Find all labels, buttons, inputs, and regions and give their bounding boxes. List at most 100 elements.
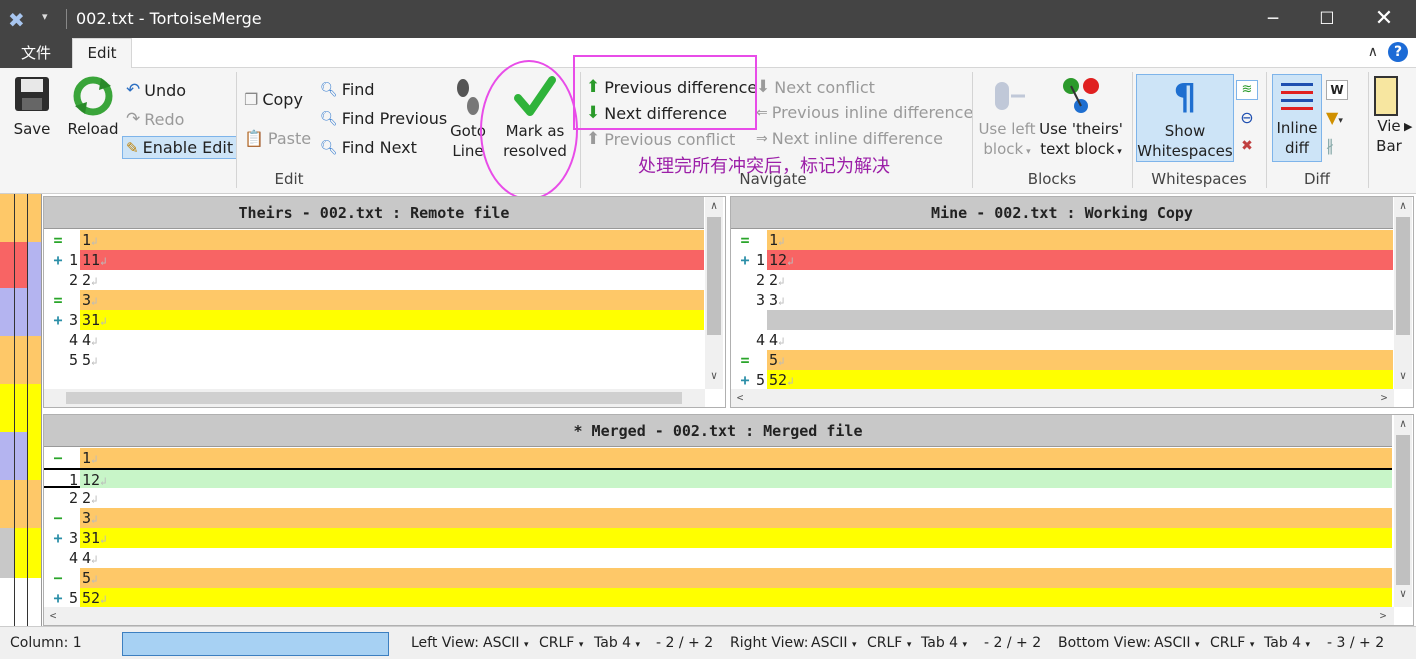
eol-icon: ↲ [91, 553, 98, 566]
find-previous-button[interactable]: 🔍︎ Find Previous [320, 109, 447, 128]
left-view-tab[interactable]: Tab 4 ▾ [594, 635, 640, 651]
right-view-eol[interactable]: CRLF ▾ [867, 635, 911, 651]
left-view-encoding[interactable]: ASCII ▾ [483, 635, 528, 651]
status-bar: Column: 1 Left View: ASCII ▾ CRLF ▾ Tab … [0, 626, 1416, 659]
mine-pane[interactable]: Mine - 002.txt : Working Copy = 1↲ +1 12↲ 2 2… [730, 196, 1414, 408]
diff-line[interactable]: +5 52↲ [731, 370, 1393, 390]
diff-line[interactable]: +1 11↲ [44, 250, 704, 270]
scroll-right-icon[interactable]: > [1374, 607, 1392, 625]
mine-vertical-scrollbar[interactable]: ∧ ∨ [1394, 197, 1412, 389]
diff-line[interactable]: = 1↲ [44, 230, 704, 250]
scroll-up-icon[interactable]: ∧ [1394, 197, 1412, 215]
scroll-left-icon[interactable]: < [731, 389, 749, 407]
menu-edit[interactable]: Edit [72, 38, 132, 69]
filter-icon[interactable]: ▼▾ [1326, 108, 1343, 127]
ribbon-scroll-right-icon[interactable]: ▶ [1404, 120, 1412, 133]
diff-line[interactable]: = 5↲ [731, 350, 1393, 370]
save-button[interactable]: Save [8, 74, 56, 139]
line-marker: − [53, 569, 63, 587]
mine-horizontal-scrollbar[interactable]: < > [731, 389, 1394, 407]
diff-line[interactable]: 3 3↲ [731, 290, 1393, 310]
eol-icon: ↲ [91, 295, 98, 308]
line-text: 52↲ [767, 370, 1393, 390]
theirs-pane[interactable]: Theirs - 002.txt : Remote file = 1↲ +1 11↲ 2… [43, 196, 726, 408]
diff-line[interactable]: +5 52↲ [44, 588, 1392, 608]
previous-inline-difference-button[interactable]: ⇐ Previous inline difference [756, 103, 973, 122]
diff-line[interactable]: −1↲ [44, 448, 1392, 468]
paste-button[interactable]: 📋 Paste [244, 129, 311, 148]
diff-line[interactable]: = 1↲ [731, 230, 1393, 250]
line-text: 1↲ [767, 230, 1393, 250]
enable-edit-button[interactable]: ✎ Enable Edit [122, 136, 238, 159]
collapse-ribbon-icon[interactable]: ∧ [1368, 44, 1378, 60]
diff-line[interactable]: 2 2↲ [44, 488, 1392, 508]
diff-line[interactable]: 1 12↲ [44, 468, 1392, 490]
merged-pane[interactable]: * Merged - 002.txt : Merged file −1↲ 1 12↲… [43, 414, 1414, 626]
line-marker: = [53, 291, 63, 309]
diff-line[interactable]: 2 2↲ [44, 270, 704, 290]
bottom-view-encoding[interactable]: ASCII ▾ [1154, 635, 1199, 651]
locator-bar[interactable] [0, 194, 42, 626]
bottom-view-tab[interactable]: Tab 4 ▾ [1264, 635, 1310, 651]
redo-button[interactable]: ↷ Redo [126, 109, 184, 129]
diff-line[interactable]: −5↲ [44, 568, 1392, 588]
diff-line[interactable]: +1 12↲ [731, 250, 1393, 270]
merged-horizontal-scrollbar[interactable]: < > [44, 607, 1394, 625]
scroll-up-icon[interactable]: ∧ [705, 197, 723, 215]
copy-icon: ❐ [244, 90, 259, 109]
help-icon[interactable]: ? [1388, 42, 1408, 62]
diff-line[interactable]: 2 2↲ [731, 270, 1393, 290]
next-inline-difference-button[interactable]: ⇒ Next inline difference [756, 129, 943, 148]
case-icon[interactable]: ✖ [1236, 136, 1258, 156]
undo-button[interactable]: ↶ Undo [126, 80, 186, 100]
collapse-icon[interactable]: ⊖ [1236, 108, 1258, 128]
scroll-up-icon[interactable]: ∧ [1394, 415, 1412, 433]
scroll-down-icon[interactable]: ∨ [1394, 585, 1412, 603]
diff-line[interactable] [731, 310, 1393, 330]
line-number: 3 [68, 529, 78, 547]
close-icon[interactable]: ✕ [1356, 0, 1412, 38]
merged-vertical-scrollbar[interactable]: ∧ ∨ [1394, 415, 1412, 607]
line-ending-icon[interactable]: ∦ [1326, 136, 1334, 155]
left-view-eol[interactable]: CRLF ▾ [539, 635, 583, 651]
right-view-encoding[interactable]: ASCII ▾ [811, 635, 856, 651]
show-whitespaces-button[interactable]: ¶ Show Whitespaces [1136, 74, 1234, 162]
diff-line[interactable]: −3↲ [44, 508, 1392, 528]
view-bars-button[interactable]: Vie Bar [1374, 76, 1404, 156]
diff-line[interactable]: 4 4↲ [44, 330, 704, 350]
column-indicator: Column: 1 [10, 635, 82, 651]
minimize-icon[interactable]: ─ [1245, 0, 1301, 38]
diff-line[interactable]: +3 31↲ [44, 310, 704, 330]
maximize-icon[interactable]: ☐ [1299, 0, 1355, 38]
use-left-block-button[interactable]: Use left block ▾ [976, 76, 1038, 162]
diff-line[interactable]: +3 31↲ [44, 528, 1392, 548]
quick-access-dropdown-icon[interactable]: ▾ [42, 10, 48, 23]
inline-diff-button[interactable]: Inline diff [1272, 74, 1322, 162]
diff-line[interactable]: 4 4↲ [44, 548, 1392, 568]
use-theirs-text-block-button[interactable]: Use 'theirs' text block ▾ [1038, 76, 1124, 162]
ignore-whitespace-icon[interactable]: ≋ [1236, 80, 1258, 100]
right-view-tab[interactable]: Tab 4 ▾ [921, 635, 967, 651]
diff-line[interactable]: = 3↲ [44, 290, 704, 310]
previous-conflict-button[interactable]: ⬆ Previous conflict [586, 129, 735, 149]
scroll-right-icon[interactable]: > [1375, 389, 1393, 407]
menu-file[interactable]: 文件 [0, 38, 72, 68]
word-diff-icon[interactable]: W [1326, 80, 1348, 100]
scroll-left-icon[interactable]: < [44, 607, 62, 625]
find-button[interactable]: 🔍︎ Find [320, 80, 375, 99]
theirs-horizontal-scrollbar[interactable] [44, 389, 705, 407]
copy-button[interactable]: ❐ Copy [244, 90, 303, 109]
find-next-button[interactable]: 🔍︎ Find Next [320, 138, 417, 157]
diff-line[interactable]: 5 5↲ [44, 350, 704, 370]
reload-button[interactable]: Reload [64, 74, 122, 139]
annotation-highlight-ellipse [480, 60, 578, 200]
bottom-view-eol[interactable]: CRLF ▾ [1210, 635, 1254, 651]
app-icon: ✖ [8, 8, 25, 32]
theirs-vertical-scrollbar[interactable]: ∧ ∨ [705, 197, 723, 389]
scroll-down-icon[interactable]: ∨ [1394, 367, 1412, 385]
eol-icon: ↲ [91, 493, 98, 506]
scroll-down-icon[interactable]: ∨ [705, 367, 723, 385]
next-conflict-button[interactable]: ⬇ Next conflict [756, 77, 875, 97]
bottom-view-label: Bottom View: [1058, 635, 1151, 651]
diff-line[interactable]: 4 4↲ [731, 330, 1393, 350]
